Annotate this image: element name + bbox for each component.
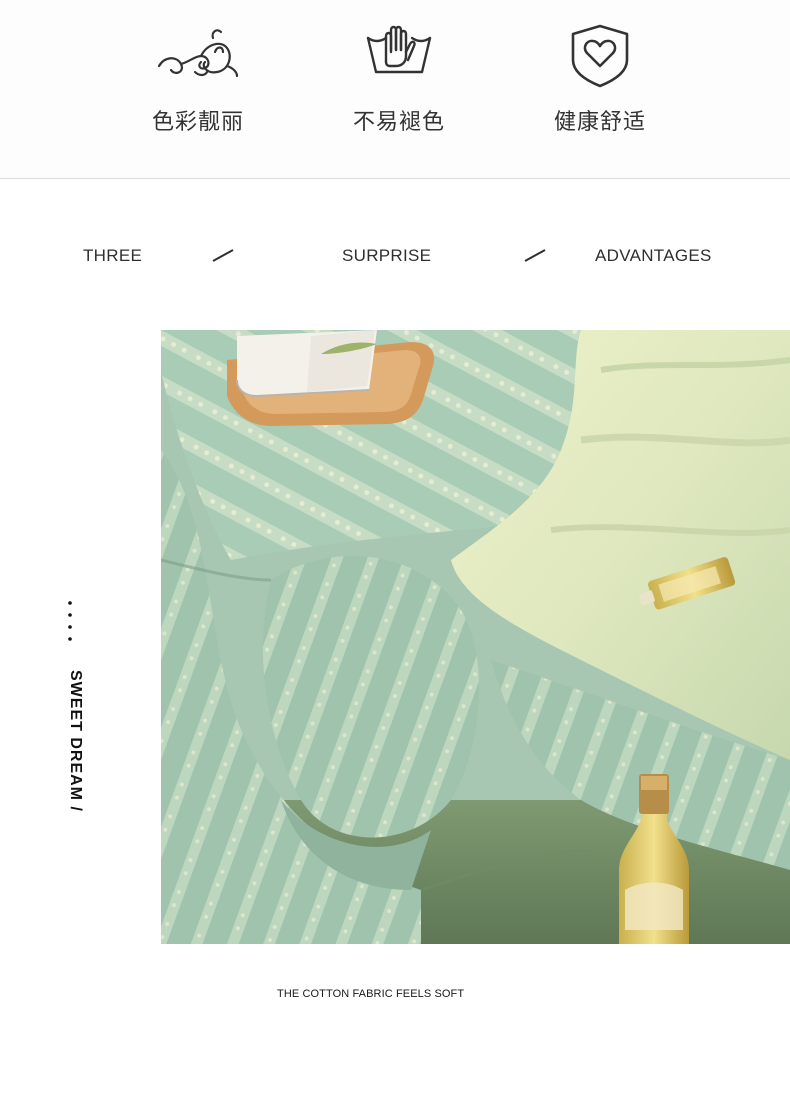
feature-label: 健康舒适 <box>553 110 646 135</box>
side-label-text: SWEET DREAM / <box>67 670 84 812</box>
section-divider <box>0 178 790 179</box>
feature-healthy-comfortable: 健康舒适 <box>500 0 700 178</box>
side-label: SWEET DREAM / <box>52 600 92 840</box>
tagline-word-three: THREE <box>83 246 143 265</box>
feature-strip: 色彩靓丽 不易褪色 健康舒适 <box>0 0 790 178</box>
hand-wash-icon <box>366 25 432 74</box>
bedding-photo <box>161 330 790 944</box>
feature-label: 不易褪色 <box>352 110 445 135</box>
tagline-word-advantages: ADVANTAGES <box>595 246 712 265</box>
feature-label: 色彩靓丽 <box>151 110 244 135</box>
feature-colorfast: 不易褪色 <box>299 0 499 178</box>
vertical-dots <box>68 601 72 641</box>
bedding-illustration <box>161 330 790 944</box>
slash-mark <box>212 249 234 262</box>
caption-text: THE COTTON FABRIC FEELS SOFT <box>277 988 465 1000</box>
slash-mark <box>524 249 546 262</box>
heart-shield-icon <box>571 24 629 88</box>
feature-vivid-color: 色彩靓丽 <box>98 0 298 178</box>
flourish-icon <box>157 29 239 78</box>
tagline-word-surprise: SURPRISE <box>342 246 432 265</box>
